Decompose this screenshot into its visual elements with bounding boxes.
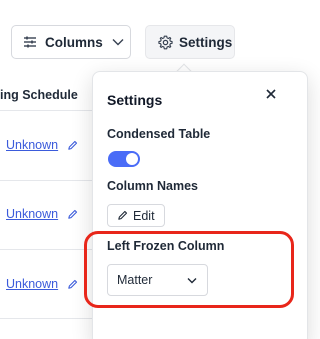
pencil-icon[interactable] xyxy=(67,209,78,220)
gear-icon xyxy=(158,35,173,50)
column-header-schedule: ing Schedule xyxy=(0,88,78,102)
table-cell: Unknown xyxy=(6,138,78,152)
row-divider xyxy=(0,318,100,319)
close-button[interactable] xyxy=(261,84,281,104)
popover-title: Settings xyxy=(107,92,163,108)
settings-button-label: Settings xyxy=(179,34,233,50)
pencil-icon[interactable] xyxy=(67,279,78,290)
cell-link[interactable]: Unknown xyxy=(6,207,58,221)
pencil-icon xyxy=(117,210,128,221)
edit-column-names-button[interactable]: Edit xyxy=(107,204,165,227)
settings-button[interactable]: Settings xyxy=(145,25,235,59)
close-icon xyxy=(266,89,276,99)
chevron-down-icon xyxy=(112,38,124,46)
header-divider xyxy=(0,110,100,111)
condensed-table-label: Condensed Table xyxy=(107,127,211,141)
cell-link[interactable]: Unknown xyxy=(6,277,58,291)
columns-button[interactable]: Columns xyxy=(11,25,131,59)
cell-link[interactable]: Unknown xyxy=(6,138,58,152)
table-cell: Unknown xyxy=(6,207,78,221)
pencil-icon[interactable] xyxy=(67,140,78,151)
toggle-knob xyxy=(126,153,138,165)
columns-button-label: Columns xyxy=(45,34,103,50)
column-names-label: Column Names xyxy=(107,179,198,193)
edit-button-label: Edit xyxy=(133,208,155,223)
table-cell: Unknown xyxy=(6,277,78,291)
sliders-icon xyxy=(23,36,37,48)
highlight-outline xyxy=(84,231,294,308)
condensed-table-toggle[interactable] xyxy=(108,151,140,167)
row-divider xyxy=(0,180,100,181)
